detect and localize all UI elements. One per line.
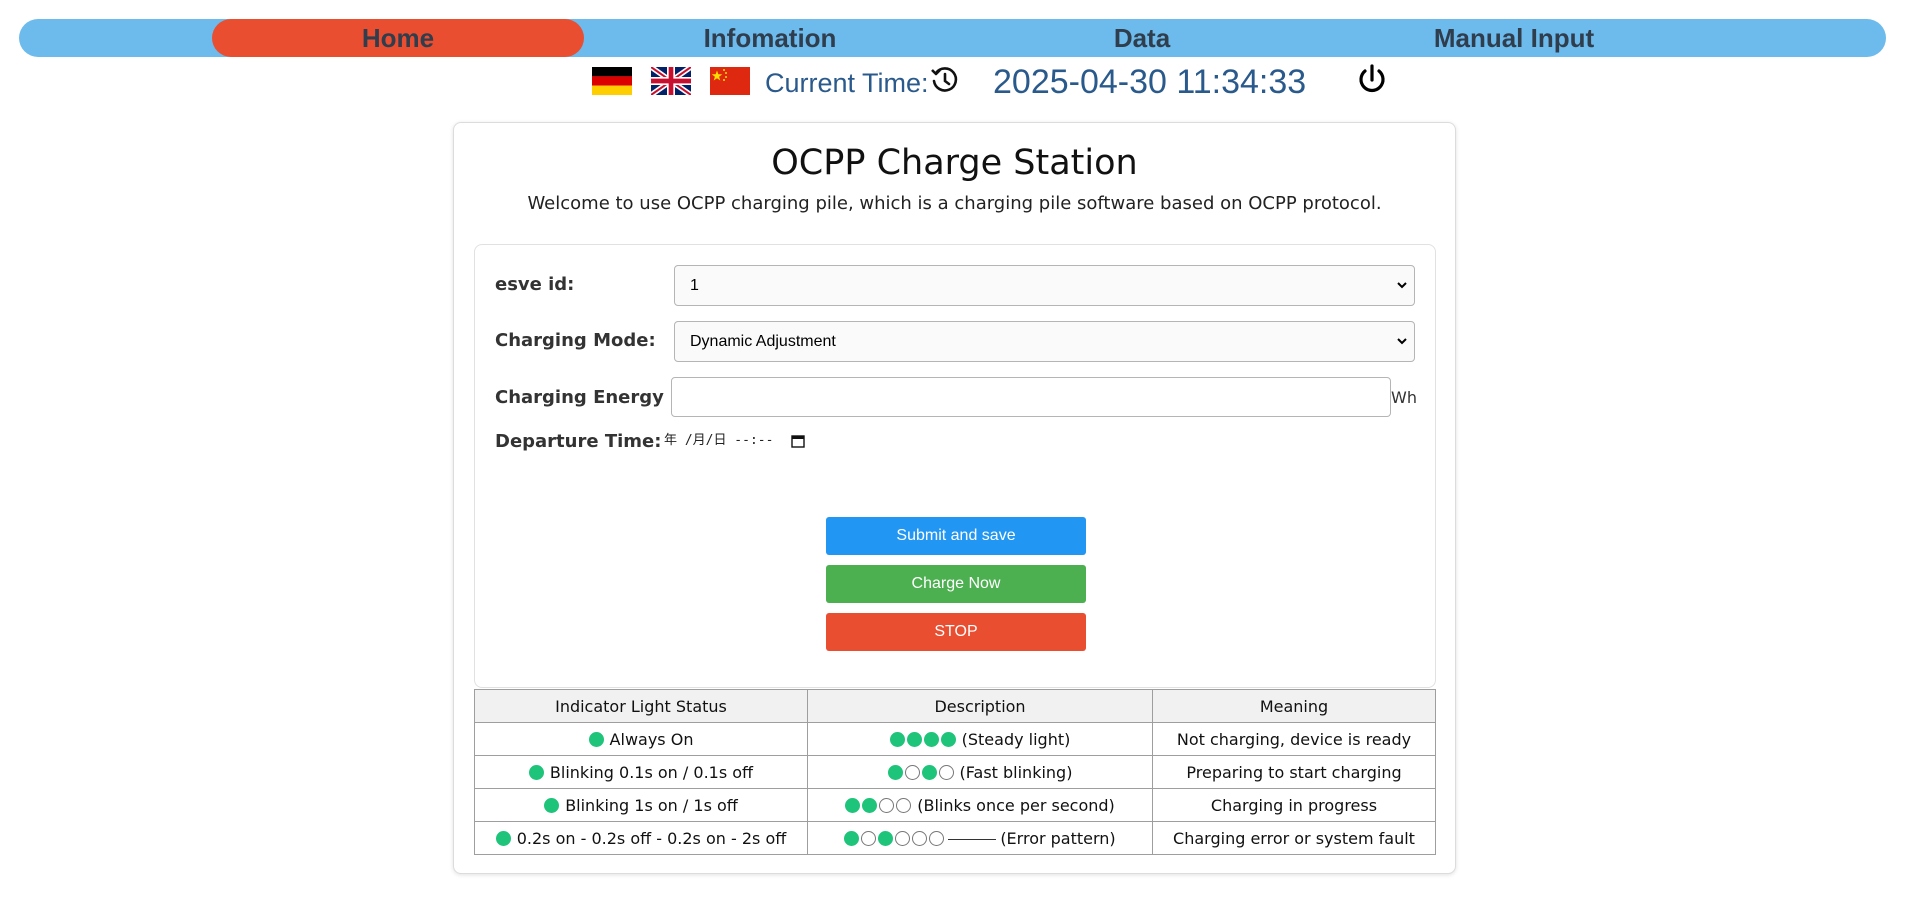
nav-home[interactable]: Home xyxy=(212,19,584,57)
meaning-cell: Charging error or system fault xyxy=(1152,821,1436,855)
description-cell: (Steady light) xyxy=(807,722,1153,756)
light-off-icon xyxy=(938,764,954,780)
indicator-status-text: Always On xyxy=(609,729,694,749)
column-header: Meaning xyxy=(1152,689,1436,723)
departure-time-label: Departure Time: xyxy=(495,431,662,452)
meaning-cell: Not charging, device is ready xyxy=(1152,722,1436,756)
submit-save-button[interactable]: Submit and save xyxy=(826,517,1086,555)
light-off-icon xyxy=(861,830,877,846)
column-header: Description xyxy=(807,689,1153,723)
esve-id-select[interactable]: 1 xyxy=(674,265,1415,306)
light-on-icon xyxy=(906,731,922,747)
nav-manual-input[interactable]: Manual Input xyxy=(1328,19,1700,57)
german-flag-icon[interactable] xyxy=(592,67,632,95)
current-time-value: 2025-04-30 11:34:33 xyxy=(993,63,1307,101)
charging-mode-select[interactable]: Dynamic Adjustment xyxy=(674,321,1415,362)
indicator-status-table: Indicator Light Status Description Meani… xyxy=(474,689,1436,855)
light-off-icon xyxy=(895,830,911,846)
indicator-status-cell: Blinking 0.1s on / 0.1s off xyxy=(474,755,808,789)
departure-time-placeholder: 年 /月/日 --:-- xyxy=(664,433,774,448)
description-text: (Fast blinking) xyxy=(959,762,1073,782)
uk-flag-icon[interactable] xyxy=(651,67,691,95)
light-on-icon xyxy=(889,731,905,747)
indicator-dot-icon xyxy=(588,731,604,747)
description-text: (Error pattern) xyxy=(1000,828,1116,848)
light-off-icon xyxy=(912,830,928,846)
column-header: Indicator Light Status xyxy=(474,689,808,723)
description-cell: (Blinks once per second) xyxy=(807,788,1153,822)
table-header-row: Indicator Light Status Description Meani… xyxy=(474,689,1436,723)
chevron-down-icon xyxy=(1397,338,1407,345)
off-duration-line xyxy=(948,838,997,840)
light-on-icon xyxy=(940,731,956,747)
table-row: Blinking 1s on / 1s off (Blinks once per … xyxy=(474,788,1436,822)
nav-infomation[interactable]: Infomation xyxy=(584,19,956,57)
meaning-cell: Charging in progress xyxy=(1152,788,1436,822)
charge-station-card: OCPP Charge Station Welcome to use OCPP … xyxy=(453,122,1456,874)
charging-mode-value: Dynamic Adjustment xyxy=(690,333,836,350)
charge-settings-form: esve id: 1 Charging Mode: Dynamic Adjust… xyxy=(474,244,1436,688)
light-on-icon xyxy=(921,764,937,780)
meaning-cell: Preparing to start charging xyxy=(1152,755,1436,789)
esve-id-value: 1 xyxy=(690,277,699,294)
light-on-icon xyxy=(844,830,860,846)
light-off-icon xyxy=(879,797,895,813)
light-on-icon xyxy=(878,830,894,846)
charging-energy-input[interactable] xyxy=(671,377,1391,417)
indicator-status-text: Blinking 0.1s on / 0.1s off xyxy=(549,762,754,782)
stop-button[interactable]: STOP xyxy=(826,613,1086,651)
calendar-icon[interactable] xyxy=(791,434,805,448)
charging-energy-label: Charging Energy xyxy=(495,387,664,408)
light-on-icon xyxy=(923,731,939,747)
current-time-label: Current Time: xyxy=(765,68,929,98)
indicator-status-text: Blinking 1s on / 1s off xyxy=(565,795,738,815)
indicator-status-cell: Blinking 1s on / 1s off xyxy=(474,788,808,822)
indicator-status-cell: 0.2s on - 0.2s off - 0.2s on - 2s off xyxy=(474,821,808,855)
light-off-icon xyxy=(904,764,920,780)
charging-mode-label: Charging Mode: xyxy=(495,330,656,351)
light-off-icon xyxy=(929,830,945,846)
indicator-dot-icon xyxy=(544,797,560,813)
table-row: Blinking 0.1s on / 0.1s off (Fast blinkin… xyxy=(474,755,1436,789)
table-row: Always On (Steady light) Not charging, dev… xyxy=(474,722,1436,756)
departure-time-input[interactable]: 年 /月/日 --:-- xyxy=(664,430,824,452)
indicator-status-cell: Always On xyxy=(474,722,808,756)
light-off-icon xyxy=(896,797,912,813)
description-cell: (Error pattern) xyxy=(807,821,1153,855)
china-flag-icon[interactable] xyxy=(710,67,750,95)
page-subtitle: Welcome to use OCPP charging pile, which… xyxy=(527,193,1382,214)
charge-now-button[interactable]: Charge Now xyxy=(826,565,1086,603)
nav-data[interactable]: Data xyxy=(956,19,1328,57)
power-icon[interactable] xyxy=(1356,63,1388,97)
history-icon[interactable] xyxy=(929,64,961,96)
esve-id-label: esve id: xyxy=(495,274,575,295)
page-title: OCPP Charge Station xyxy=(771,143,1138,183)
description-text: (Steady light) xyxy=(961,729,1071,749)
light-on-icon xyxy=(887,764,903,780)
indicator-dot-icon xyxy=(495,830,511,846)
energy-unit: Wh xyxy=(1391,388,1417,407)
description-cell: (Fast blinking) xyxy=(807,755,1153,789)
table-row: 0.2s on - 0.2s off - 0.2s on - 2s off (Er… xyxy=(474,821,1436,855)
indicator-status-text: 0.2s on - 0.2s off - 0.2s on - 2s off xyxy=(516,828,787,848)
top-nav: Home Infomation Data Manual Input xyxy=(19,19,1886,57)
light-on-icon xyxy=(862,797,878,813)
description-text: (Blinks once per second) xyxy=(917,795,1115,815)
chevron-down-icon xyxy=(1397,282,1407,289)
indicator-dot-icon xyxy=(528,764,544,780)
light-on-icon xyxy=(845,797,861,813)
